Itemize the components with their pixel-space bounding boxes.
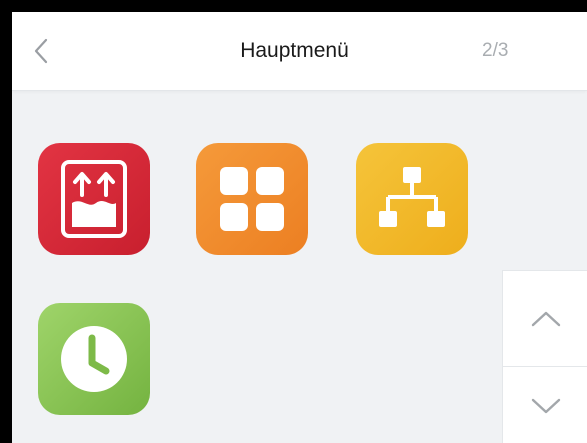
scroll-controls — [502, 270, 587, 443]
scroll-down-button[interactable] — [503, 367, 587, 443]
network-tile[interactable] — [356, 143, 468, 255]
chevron-down-icon — [531, 398, 560, 413]
clock-tile[interactable] — [38, 303, 150, 415]
header-bar: Hauptmenü 2/3 — [12, 12, 587, 91]
chevron-up-icon — [531, 311, 560, 326]
clock-icon — [61, 326, 127, 392]
main-menu-screen: Hauptmenü 2/3 — [12, 12, 587, 443]
apps-grid-tile[interactable] — [196, 143, 308, 255]
network-icon — [379, 167, 445, 227]
page-indicator: 2/3 — [482, 40, 509, 61]
scroll-up-button[interactable] — [503, 271, 587, 367]
ventilation-tile[interactable] — [38, 143, 150, 255]
grid-icon — [220, 167, 284, 231]
ventilation-icon — [61, 160, 127, 238]
